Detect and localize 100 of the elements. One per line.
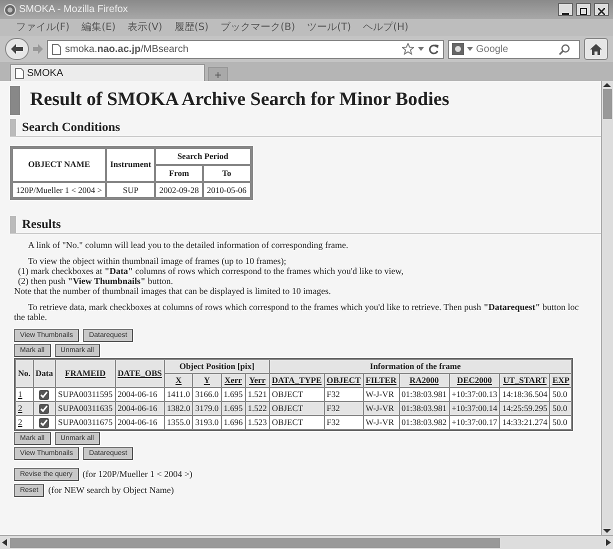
column-header: Data	[34, 360, 55, 388]
back-arrow-icon	[11, 44, 23, 54]
table-cell: 2010-05-06	[202, 182, 251, 198]
table-cell: 1.696	[222, 416, 245, 430]
column-header: FRAMEID	[56, 360, 115, 388]
table-cell: 3166.0	[193, 388, 221, 402]
paragraph: the table.	[13, 312, 48, 322]
scrollbar-thumb[interactable]	[603, 89, 612, 119]
row-number-link[interactable]: 2	[16, 402, 33, 416]
table-cell: W-J-VR	[364, 416, 399, 430]
home-icon	[590, 44, 602, 54]
table-cell: +10:37:00.17	[450, 416, 500, 430]
star-icon[interactable]	[402, 43, 414, 55]
maximize-button[interactable]	[576, 3, 591, 16]
table-cell: 1382.0	[164, 402, 192, 416]
paragraph: (1) mark checkboxes at "Data" columns of rows which correspond to the frames which you'd like to view,	[17, 266, 404, 276]
table-cell: 01:38:03.981	[400, 402, 449, 416]
table-cell: 1.522	[246, 402, 269, 416]
paragraph: (2) then push "View Thumbnails" button.	[17, 276, 174, 286]
table-cell: 01:38:03.981	[400, 388, 449, 402]
heading-bar	[10, 216, 16, 234]
back-button[interactable]	[5, 38, 29, 60]
column-header: EXP	[550, 374, 572, 388]
table-cell: 50.0	[550, 402, 572, 416]
paragraph: To view the object within thumbnail image of frames (up to 10 frames);	[27, 256, 288, 266]
scroll-left-icon	[0, 536, 10, 549]
column-header: Y	[193, 374, 221, 388]
column-header: Instrument	[106, 148, 156, 182]
section-heading: Results	[22, 216, 61, 234]
menu-item[interactable]: 編集(E)	[82, 20, 116, 35]
table-cell: 1.695	[222, 402, 245, 416]
column-header: OBJECT	[324, 374, 363, 388]
menu-item[interactable]: ヘルプ(H)	[363, 20, 408, 35]
table-cell: 14:33:21.274	[500, 416, 550, 430]
menu-item[interactable]: 履歴(S)	[174, 20, 208, 35]
table-cell: 1.695	[222, 388, 245, 402]
table-cell: F32	[324, 416, 363, 430]
table-cell: SUPA00311595	[56, 388, 115, 402]
column-header: Information of the frame	[270, 360, 572, 374]
table-cell: 3193.0	[193, 416, 221, 430]
menu-item[interactable]: 表示(V)	[128, 20, 162, 35]
page-icon	[52, 44, 61, 54]
data-checkbox[interactable]	[39, 418, 50, 428]
row-number-link[interactable]: 1	[16, 388, 33, 402]
paragraph: To retrieve data, mark checkboxes at columns of rows which correspond to the frames which you'd like to retrieve. Then push "Datarequest" button loc	[27, 302, 580, 312]
minimize-button[interactable]	[558, 3, 573, 16]
close-icon	[598, 8, 605, 15]
reload-icon[interactable]	[428, 44, 439, 54]
paragraph: A link of "No." column will lead you to the detailed information of corresponding frame.	[27, 240, 350, 250]
column-header: Search Period	[155, 148, 251, 165]
search-icon	[559, 44, 570, 54]
column-header: No.	[16, 360, 33, 388]
column-header: DATA_TYPE	[270, 374, 324, 388]
search-engine-icon	[452, 43, 464, 55]
column-header: DEC2000	[450, 374, 500, 388]
table-cell: +10:37:00.14	[450, 402, 500, 416]
horizontal-scrollbar[interactable]	[0, 535, 613, 549]
table-cell: 01:38:03.982	[400, 416, 449, 430]
column-header: Yerr	[246, 374, 269, 388]
search-bar[interactable]: Google	[448, 40, 580, 58]
table-cell: OBJECT	[270, 416, 324, 430]
table-cell: 2004-06-16	[116, 388, 164, 402]
section-heading: Search Conditions	[22, 119, 120, 136]
scroll-right-icon	[603, 536, 613, 549]
caret-icon[interactable]	[418, 47, 424, 51]
close-button[interactable]	[594, 3, 609, 16]
data-checkbox[interactable]	[39, 404, 50, 414]
data-checkbox[interactable]	[39, 390, 50, 400]
table-cell: 2004-06-16	[116, 402, 164, 416]
browser-tab[interactable]: SMOKA	[10, 64, 205, 81]
table-cell: 1.523	[246, 416, 269, 430]
page-heading: Result of SMOKA Archive Search for Minor Bodies	[30, 89, 450, 112]
table-cell: F32	[324, 402, 363, 416]
table-cell: 50.0	[550, 416, 572, 430]
menu-item[interactable]: ブックマーク(B)	[220, 20, 296, 35]
menu-item[interactable]: ファイル(F)	[16, 20, 70, 35]
page-icon	[15, 68, 24, 78]
window-title: SMOKA - Mozilla Firefox	[19, 3, 129, 17]
table-cell: 1411.0	[164, 388, 192, 402]
column-header: UT_START	[500, 374, 550, 388]
menu-item[interactable]: ツール(T)	[307, 20, 352, 35]
home-button[interactable]	[584, 38, 608, 60]
table-cell: 2004-06-16	[116, 416, 164, 430]
table-cell: OBJECT	[270, 402, 324, 416]
table-cell: OBJECT	[270, 388, 324, 402]
table-cell: W-J-VR	[364, 402, 399, 416]
column-header: OBJECT NAME	[12, 148, 106, 182]
maximize-icon	[580, 8, 587, 15]
column-header: RA2000	[400, 374, 449, 388]
table-cell: 14:25:59.295	[500, 402, 550, 416]
address-field[interactable]: smoka.nao.ac.jp/MBsearch	[47, 40, 444, 58]
row-number-link[interactable]: 2	[16, 416, 33, 430]
paragraph: Note that the number of thumbnail images that can be displayed is limited to 10 images.	[13, 286, 332, 296]
table-cell: 50.0	[550, 388, 572, 402]
vertical-scrollbar[interactable]	[601, 81, 613, 535]
column-header: FILTER	[364, 374, 399, 388]
heading-bar	[10, 119, 16, 136]
table-cell: 1355.0	[164, 416, 192, 430]
scrollbar-thumb[interactable]	[10, 538, 500, 548]
table-cell: 14:18:36.504	[500, 388, 550, 402]
